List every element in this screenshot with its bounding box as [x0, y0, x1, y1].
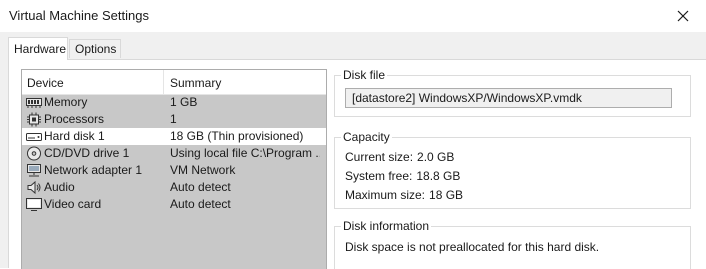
device-summary: 18 GB (Thin provisioned) [170, 129, 304, 143]
device-row-memory[interactable]: Memory 1 GB [22, 94, 326, 111]
network-adapter-icon [27, 164, 41, 177]
device-summary: Using local file C:\Program ... [170, 146, 320, 160]
current-size-line: Current size: 2.0 GB [345, 150, 454, 164]
disk-file-label: Disk file [341, 68, 388, 82]
disk-file-field[interactable]: [datastore2] WindowsXP/WindowsXP.vmdk [345, 88, 672, 108]
tab-options[interactable]: Options [69, 39, 121, 58]
hardware-panel: Device Summary Memory 1 GB Processors 1 … [8, 59, 706, 269]
column-header-device[interactable]: Device [27, 76, 64, 90]
audio-icon [27, 180, 41, 195]
column-divider[interactable] [163, 70, 164, 94]
device-name: Audio [44, 180, 75, 194]
device-row-processors[interactable]: Processors 1 [22, 111, 326, 128]
dialog-client-area: Hardware Options Device Summary Memory 1… [0, 32, 706, 269]
device-name: Processors [44, 112, 105, 126]
device-name: Memory [44, 95, 88, 109]
current-size-label: Current size: [345, 150, 414, 164]
device-rows: Memory 1 GB Processors 1 Hard disk 1 18 … [22, 94, 326, 213]
device-name: Network adapter 1 [44, 163, 143, 177]
device-summary: 1 GB [170, 95, 198, 109]
close-icon [677, 10, 689, 22]
memory-icon [26, 98, 42, 108]
device-summary: VM Network [170, 163, 236, 177]
device-name: CD/DVD drive 1 [44, 146, 130, 160]
video-card-icon [26, 198, 42, 211]
system-free-line: System free: 18.8 GB [345, 169, 460, 183]
device-name: Video card [44, 197, 102, 211]
capacity-group: Capacity Current size: 2.0 GB System free… [334, 130, 691, 209]
system-free-label: System free: [345, 169, 413, 183]
capacity-label: Capacity [341, 130, 392, 144]
system-free-value: 18.8 GB [416, 169, 461, 183]
maximum-size-label: Maximum size: [345, 188, 426, 202]
disk-information-label: Disk information [341, 219, 432, 233]
device-summary: 1 [170, 112, 177, 126]
column-header-summary[interactable]: Summary [170, 76, 221, 90]
device-row-audio[interactable]: Audio Auto detect [22, 179, 326, 196]
device-row-network-adapter-1[interactable]: Network adapter 1 VM Network [22, 162, 326, 179]
device-summary: Auto detect [170, 180, 231, 194]
maximum-size-line: Maximum size: 18 GB [345, 188, 463, 202]
device-name: Hard disk 1 [44, 129, 105, 143]
device-row-cd-dvd-drive-1[interactable]: CD/DVD drive 1 Using local file C:\Progr… [22, 145, 326, 162]
processor-icon [27, 112, 41, 127]
cd-dvd-icon [27, 146, 41, 161]
device-list[interactable]: Device Summary Memory 1 GB Processors 1 … [21, 69, 327, 269]
window-title: Virtual Machine Settings [9, 8, 149, 23]
hard-disk-icon [26, 133, 42, 141]
disk-information-group: Disk information Disk space is not preal… [334, 219, 691, 269]
device-row-hard-disk-1[interactable]: Hard disk 1 18 GB (Thin provisioned) [22, 128, 326, 145]
device-row-video-card[interactable]: Video card Auto detect [22, 196, 326, 213]
close-button[interactable] [660, 0, 706, 32]
current-size-value: 2.0 GB [417, 150, 455, 164]
maximum-size-value: 18 GB [429, 188, 464, 202]
disk-file-group: Disk file [datastore2] WindowsXP/Windows… [334, 68, 691, 117]
title-bar: Virtual Machine Settings [0, 0, 706, 32]
device-list-header: Device Summary [22, 70, 326, 95]
disk-information-text: Disk space is not preallocated for this … [345, 240, 600, 254]
tab-hardware[interactable]: Hardware [8, 37, 68, 60]
device-summary: Auto detect [170, 197, 231, 211]
